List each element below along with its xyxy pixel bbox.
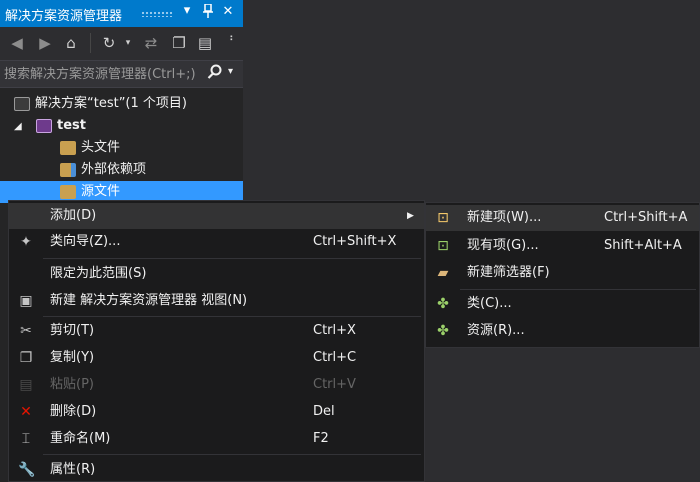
back-icon[interactable]: ◀	[8, 34, 26, 52]
menu-item-paste[interactable]: ▤ 粘贴(P) Ctrl+V	[9, 372, 424, 398]
menu-item-label: 限定为此范围(S)	[50, 266, 147, 281]
menu-item-label: 删除(D)	[50, 404, 97, 419]
pending-changes-filter-icon[interactable]: ↻	[100, 34, 118, 52]
menu-item-new-view[interactable]: ▣ 新建 解决方案资源管理器 视图(N)	[9, 288, 424, 314]
add-submenu: ⊡ 新建项(W)... Ctrl+Shift+A ⊡ 现有项(G)... Shi…	[425, 202, 700, 348]
close-icon[interactable]: ✕	[221, 4, 235, 19]
tree-project-node[interactable]: test	[36, 115, 86, 137]
panel-titlebar: 解决方案资源管理器 ▾ ✕	[0, 0, 243, 27]
rename-icon: ⌶	[21, 431, 31, 447]
menu-item-shortcut: F2	[313, 431, 329, 446]
existing-item-icon: ⊡	[437, 238, 449, 254]
menu-item-label: 类(C)...	[467, 296, 512, 311]
solution-label: 解决方案“test”(1 个项目)	[35, 96, 187, 111]
dropdown-arrow-icon[interactable]: ▾	[180, 3, 194, 18]
copy-icon: ❐	[19, 350, 33, 366]
menu-item-shortcut: Shift+Alt+A	[604, 238, 682, 253]
menu-item-shortcut: Del	[313, 404, 335, 419]
folder-icon	[60, 184, 76, 199]
menu-item-label: 现有项(G)...	[467, 238, 539, 253]
menu-item-label: 新建筛选器(F)	[467, 265, 550, 280]
search-icon[interactable]	[206, 64, 224, 84]
menu-item-shortcut: Ctrl+Shift+A	[604, 210, 688, 225]
menu-item-label: 添加(D)	[50, 208, 97, 223]
cpp-project-icon	[36, 118, 52, 133]
menu-item-label: 资源(R)...	[467, 323, 525, 338]
menu-item-shortcut: Ctrl+C	[313, 350, 357, 365]
menu-item-shortcut: Ctrl+X	[313, 323, 356, 338]
delete-icon: ✕	[20, 404, 32, 420]
tree-solution-node[interactable]: 解决方案“test”(1 个项目)	[14, 93, 187, 115]
menu-item-delete[interactable]: ✕ 删除(D) Del	[9, 399, 424, 425]
overflow-icon[interactable]: ⠆	[224, 29, 242, 47]
menu-item-shortcut: Ctrl+V	[313, 377, 356, 392]
submenu-arrow-icon: ▶	[407, 211, 414, 221]
search-box: ▾	[0, 60, 243, 88]
tree-item-label: 头文件	[81, 140, 121, 155]
menu-separator	[460, 289, 696, 290]
cut-icon: ✂	[20, 323, 32, 339]
folder-icon	[60, 140, 76, 155]
sync-icon[interactable]: ⇄	[142, 34, 160, 52]
paste-icon: ▤	[19, 377, 33, 393]
submenu-item-resource[interactable]: ✤ 资源(R)...	[426, 318, 699, 344]
submenu-item-class[interactable]: ✤ 类(C)...	[426, 291, 699, 317]
tree-item-external-deps[interactable]: 外部依赖项	[60, 159, 146, 181]
solution-icon	[14, 96, 30, 111]
resource-icon: ✤	[437, 323, 449, 339]
menu-item-label: 类向导(Z)...	[50, 234, 121, 249]
menu-separator	[43, 316, 421, 317]
menu-item-label: 剪切(T)	[50, 323, 95, 338]
wrench-icon: 🔧	[18, 462, 36, 478]
submenu-item-new-filter[interactable]: ▰ 新建筛选器(F)	[426, 260, 699, 286]
menu-item-label: 粘贴(P)	[50, 377, 94, 392]
menu-item-label: 属性(R)	[50, 462, 96, 477]
menu-item-add[interactable]: 添加(D) ▶	[9, 203, 424, 229]
class-wizard-icon: ✦	[20, 234, 32, 250]
panel-title: 解决方案资源管理器	[5, 9, 123, 24]
new-view-icon: ▣	[19, 293, 33, 309]
menu-item-cut[interactable]: ✂ 剪切(T) Ctrl+X	[9, 318, 424, 344]
panel-toolbar: ◀ ▶ ⌂ ↻ ▾ ⇄ ❐ ▤ ⠆	[0, 27, 243, 60]
collapse-all-icon[interactable]: ❐	[170, 34, 188, 52]
menu-item-copy[interactable]: ❐ 复制(Y) Ctrl+C	[9, 345, 424, 371]
new-filter-icon: ▰	[437, 265, 449, 281]
tree-item-label: 源文件	[81, 184, 121, 199]
menu-item-properties[interactable]: 🔧 属性(R)	[9, 457, 424, 482]
class-icon: ✤	[437, 296, 449, 312]
tree-item-header-files[interactable]: 头文件	[60, 137, 120, 159]
toolbar-separator	[90, 33, 91, 53]
submenu-item-new-item[interactable]: ⊡ 新建项(W)... Ctrl+Shift+A	[426, 205, 699, 231]
menu-item-label: 复制(Y)	[50, 350, 95, 365]
menu-separator	[43, 258, 421, 259]
menu-item-label: 新建 解决方案资源管理器 视图(N)	[50, 293, 248, 308]
drag-grip[interactable]	[141, 11, 173, 17]
menu-item-label: 新建项(W)...	[467, 210, 542, 225]
expand-arrow-icon[interactable]: ◢	[14, 121, 22, 132]
search-input[interactable]	[4, 64, 202, 84]
menu-item-scope-to-this[interactable]: 限定为此范围(S)	[9, 261, 424, 287]
filter-dropdown-icon[interactable]: ▾	[119, 34, 137, 52]
forward-icon[interactable]: ▶	[36, 34, 54, 52]
menu-item-rename[interactable]: ⌶ 重命名(M) F2	[9, 426, 424, 452]
menu-item-label: 重命名(M)	[50, 431, 111, 446]
menu-item-class-wizard[interactable]: ✦ 类向导(Z)... Ctrl+Shift+X	[9, 229, 424, 255]
external-dependencies-icon	[60, 162, 76, 177]
project-label: test	[57, 118, 86, 133]
menu-separator	[43, 454, 421, 455]
search-options-dropdown-icon[interactable]: ▾	[228, 66, 233, 77]
pin-icon[interactable]	[201, 3, 215, 22]
new-item-icon: ⊡	[437, 210, 449, 226]
menu-item-shortcut: Ctrl+Shift+X	[313, 234, 397, 249]
show-all-files-icon[interactable]: ▤	[196, 34, 214, 52]
home-icon[interactable]: ⌂	[62, 34, 80, 52]
tree-item-label: 外部依赖项	[81, 162, 147, 177]
submenu-item-existing-item[interactable]: ⊡ 现有项(G)... Shift+Alt+A	[426, 233, 699, 259]
context-menu: 添加(D) ▶ ✦ 类向导(Z)... Ctrl+Shift+X 限定为此范围(…	[8, 200, 425, 482]
